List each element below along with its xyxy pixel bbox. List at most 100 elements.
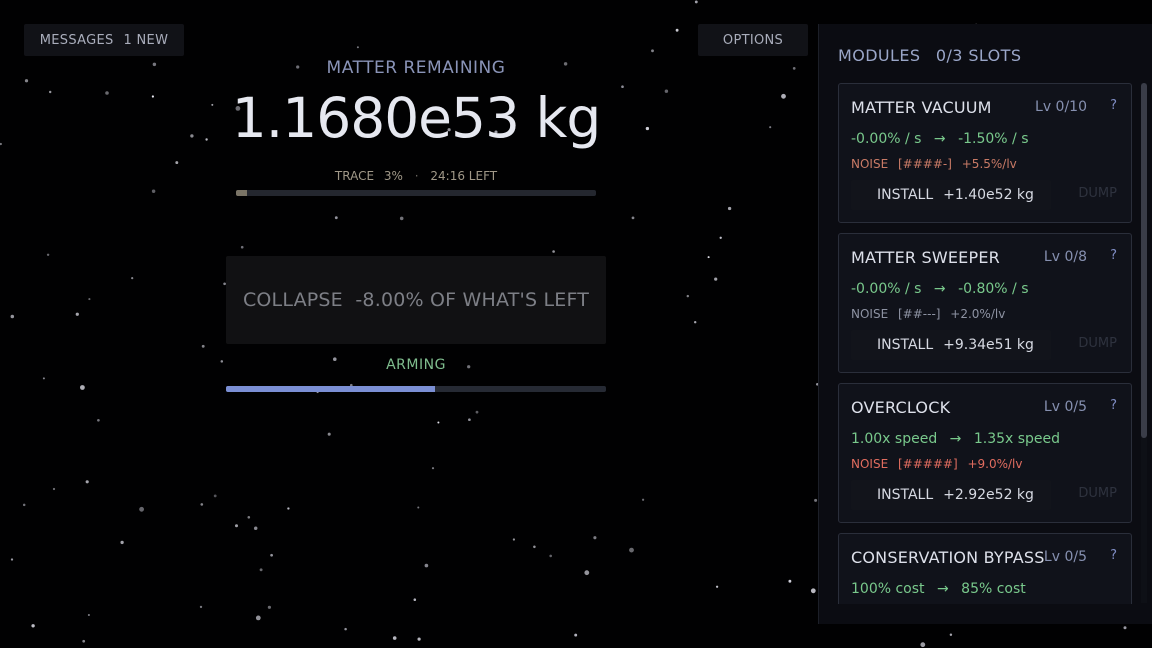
star bbox=[31, 624, 35, 628]
modules-panel: MODULES 0/3 SLOTS MATTER VACUUM Lv 0/10 … bbox=[818, 24, 1152, 624]
star bbox=[417, 506, 420, 509]
module-name: MATTER SWEEPER bbox=[851, 248, 1000, 267]
collapse-button[interactable]: COLLAPSE -8.00% OF WHAT'S LEFT bbox=[226, 256, 606, 344]
arrow-right-icon: → bbox=[949, 431, 962, 447]
help-icon[interactable]: ? bbox=[1110, 548, 1117, 563]
messages-count: 1 NEW bbox=[123, 32, 169, 48]
module-name: OVERCLOCK bbox=[851, 398, 951, 417]
star bbox=[131, 277, 134, 280]
install-button[interactable]: INSTALL +9.34e51 kg bbox=[851, 330, 1051, 360]
star bbox=[42, 377, 45, 380]
arrow-right-icon: → bbox=[936, 581, 949, 597]
star bbox=[334, 216, 338, 220]
star bbox=[267, 605, 271, 609]
star bbox=[151, 189, 156, 193]
messages-button[interactable]: MESSAGES 1 NEW bbox=[24, 24, 184, 56]
star bbox=[10, 558, 14, 561]
help-icon[interactable]: ? bbox=[1110, 98, 1117, 113]
install-cost: +1.40e52 kg bbox=[943, 187, 1034, 203]
star bbox=[664, 89, 669, 93]
star bbox=[727, 206, 732, 211]
star bbox=[97, 418, 100, 422]
module-card-matter-vacuum: MATTER VACUUM Lv 0/10 ? -0.00% / s → -1.… bbox=[838, 83, 1132, 223]
help-icon[interactable]: ? bbox=[1110, 398, 1117, 413]
module-card-overclock: OVERCLOCK Lv 0/5 ? 1.00x speed → 1.35x s… bbox=[838, 383, 1132, 523]
star bbox=[88, 298, 91, 301]
star bbox=[253, 526, 258, 531]
star bbox=[399, 216, 404, 221]
star bbox=[220, 360, 224, 363]
star bbox=[48, 90, 52, 94]
noise-label: NOISE bbox=[851, 307, 889, 321]
star bbox=[593, 536, 597, 540]
star bbox=[344, 627, 347, 631]
star bbox=[769, 126, 772, 129]
modules-header: MODULES 0/3 SLOTS bbox=[838, 46, 1021, 65]
trace-separator: · bbox=[414, 169, 419, 183]
arming-progress-bar bbox=[226, 386, 606, 392]
star bbox=[413, 598, 417, 601]
star bbox=[810, 588, 816, 594]
matter-remaining-title: MATTER REMAINING bbox=[326, 58, 506, 78]
trace-percent: 3% bbox=[383, 169, 403, 183]
noise-meter: [##---] bbox=[898, 307, 941, 321]
star bbox=[213, 494, 217, 498]
module-name: MATTER VACUUM bbox=[851, 98, 992, 117]
install-label: INSTALL bbox=[877, 337, 934, 353]
noise-rate: +2.0%/lv bbox=[950, 307, 1006, 321]
star bbox=[792, 67, 796, 70]
dump-button[interactable]: DUMP bbox=[1078, 336, 1117, 351]
star bbox=[1123, 626, 1127, 630]
trace-status: TRACE 3% · 24:16 LEFT bbox=[236, 169, 596, 183]
star bbox=[920, 642, 926, 648]
star bbox=[631, 216, 635, 220]
effect-current: 100% cost bbox=[851, 581, 925, 597]
effect-next: 85% cost bbox=[961, 581, 1026, 597]
star bbox=[574, 633, 578, 637]
noise-rate: +5.5%/lv bbox=[961, 157, 1017, 171]
install-label: INSTALL bbox=[877, 187, 934, 203]
help-icon[interactable]: ? bbox=[1110, 248, 1117, 263]
star bbox=[200, 503, 204, 506]
effect-current: -0.00% / s bbox=[851, 281, 922, 297]
star bbox=[949, 633, 953, 636]
star bbox=[424, 563, 429, 568]
effect-next: -1.50% / s bbox=[958, 131, 1029, 147]
arming-progress-fill bbox=[226, 386, 435, 392]
star bbox=[255, 615, 261, 621]
star bbox=[693, 320, 697, 324]
dump-button[interactable]: DUMP bbox=[1078, 486, 1117, 501]
module-noise: NOISE [#####] +9.0%/lv bbox=[851, 457, 1029, 471]
star bbox=[120, 540, 124, 545]
star bbox=[714, 277, 718, 281]
star bbox=[475, 410, 479, 414]
star bbox=[788, 579, 792, 583]
install-label: INSTALL bbox=[877, 487, 934, 503]
install-button[interactable]: INSTALL +2.92e52 kg bbox=[851, 480, 1051, 510]
trace-progress-bar bbox=[236, 190, 596, 196]
dump-button[interactable]: DUMP bbox=[1078, 186, 1117, 201]
star bbox=[152, 62, 157, 67]
noise-rate: +9.0%/lv bbox=[967, 457, 1023, 471]
star bbox=[533, 545, 536, 549]
star bbox=[356, 46, 359, 49]
star bbox=[327, 432, 331, 436]
star bbox=[437, 421, 440, 424]
star bbox=[199, 605, 203, 609]
star bbox=[686, 294, 690, 298]
module-level: Lv 0/10 bbox=[1035, 99, 1087, 115]
modules-scrollbar[interactable] bbox=[1141, 83, 1147, 603]
star bbox=[781, 93, 786, 99]
options-button[interactable]: OPTIONS bbox=[698, 24, 808, 56]
effect-current: 1.00x speed bbox=[851, 431, 938, 447]
modules-scrollbar-thumb[interactable] bbox=[1141, 83, 1147, 438]
star bbox=[247, 516, 251, 519]
star bbox=[715, 585, 719, 588]
game-screen: MESSAGES 1 NEW OPTIONS MATTER REMAINING … bbox=[0, 0, 1152, 648]
effect-current: -0.00% / s bbox=[851, 131, 922, 147]
star bbox=[240, 245, 244, 249]
star bbox=[512, 538, 516, 541]
star bbox=[22, 503, 26, 507]
star bbox=[105, 91, 109, 95]
install-button[interactable]: INSTALL +1.40e52 kg bbox=[851, 180, 1051, 210]
